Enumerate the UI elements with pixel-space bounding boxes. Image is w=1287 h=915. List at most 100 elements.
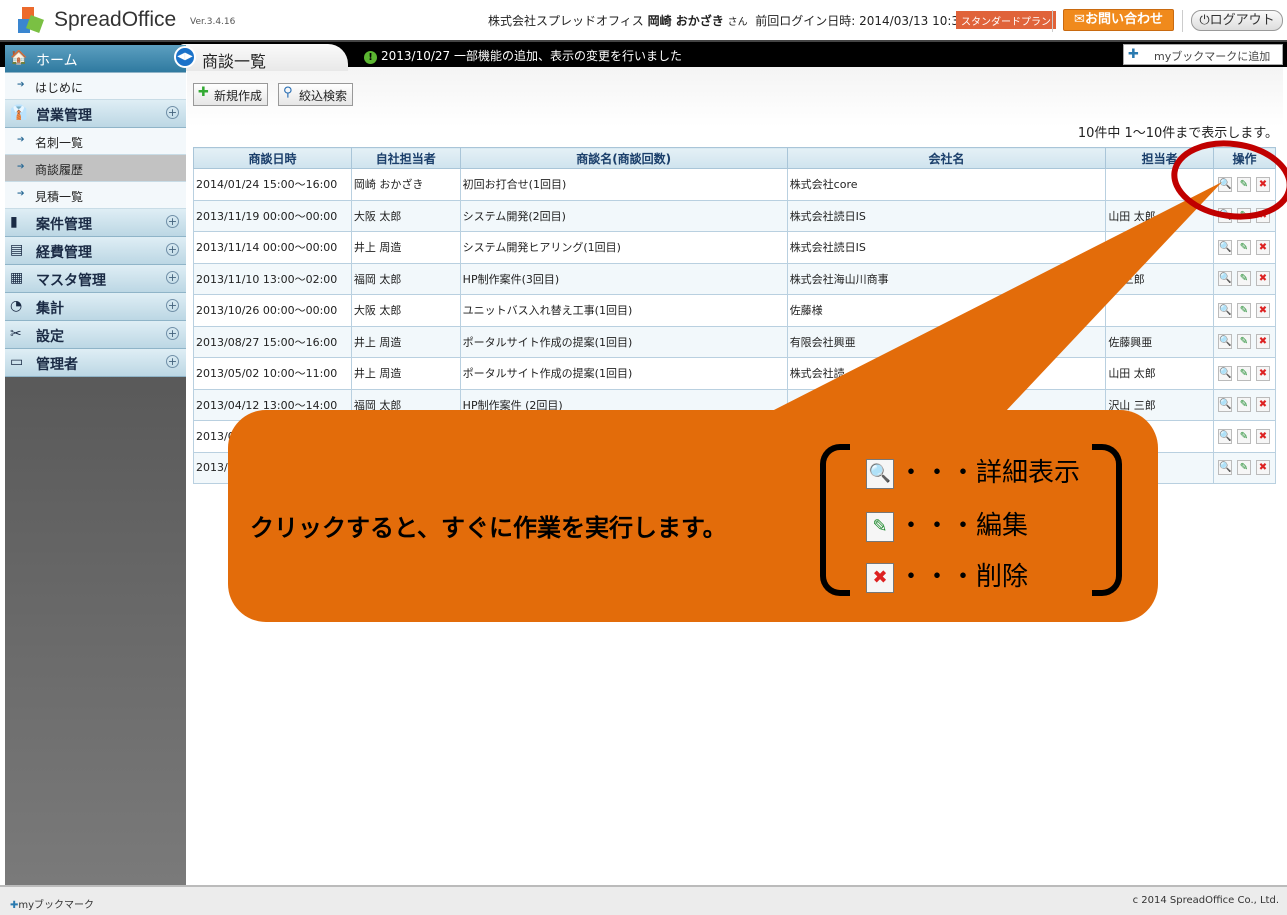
view-detail-icon[interactable]: 🔍 <box>1217 428 1232 444</box>
delete-icon[interactable]: ✖ <box>1255 271 1270 287</box>
edit-icon[interactable]: ✎ <box>1236 428 1251 444</box>
table-cell: 初回お打合せ(1回目) <box>459 168 788 201</box>
delete-icon[interactable]: ✖ <box>1255 428 1270 444</box>
edit-icon[interactable]: ✎ <box>1236 460 1251 476</box>
table-cell: 井上 周造 <box>350 325 461 358</box>
operations-cell: 🔍 ✎ ✖ <box>1212 357 1277 390</box>
tab-meeting-list[interactable]: 商談一覧 <box>178 44 348 71</box>
view-detail-icon[interactable]: 🔍 <box>1217 176 1232 192</box>
expand-icon[interactable]: + <box>166 243 179 256</box>
contact-button[interactable]: ✉お問い合わせ <box>1063 9 1174 31</box>
operations-cell: 🔍 ✎ ✖ <box>1212 388 1277 421</box>
info-icon: ! <box>364 51 377 64</box>
delete-icon[interactable]: ✖ <box>1255 176 1270 192</box>
sidebar-group-5[interactable]: ▮ 案件管理 + <box>5 209 186 237</box>
right-bracket <box>1092 444 1122 596</box>
table-cell: 佐藤様 <box>786 294 1107 327</box>
operations-cell: 🔍 ✎ ✖ <box>1212 420 1277 453</box>
toggle-sidebar-icon[interactable]: ◀▶ <box>174 46 196 68</box>
operations-cell: 🔍 ✎ ✖ <box>1212 451 1277 484</box>
power-icon: ⏻ <box>1199 13 1210 28</box>
sidebar-item-home[interactable]: 🏠 ホーム <box>5 45 186 73</box>
table-cell: 株式会社海山川商事 <box>786 262 1107 295</box>
edit-icon[interactable]: ✎ <box>1236 365 1251 381</box>
edit-icon[interactable]: ✎ <box>1236 302 1251 318</box>
edit-icon[interactable]: ✎ <box>1236 208 1251 224</box>
view-detail-icon[interactable]: 🔍 <box>1217 239 1232 255</box>
legend-edit: ✎ ・・・編集 <box>866 505 1028 542</box>
project-icon: ▮ <box>10 214 18 230</box>
view-detail-icon[interactable]: 🔍 <box>1217 302 1232 318</box>
table-cell <box>1105 168 1214 201</box>
delete-icon[interactable]: ✖ <box>1255 239 1270 255</box>
expand-icon[interactable]: + <box>166 355 179 368</box>
edit-icon[interactable]: ✎ <box>1236 334 1251 350</box>
sidebar-item-label: 商談履歴 <box>35 163 84 177</box>
expand-icon[interactable]: + <box>166 106 179 119</box>
callout-text: クリックすると、すぐに作業を実行します。 <box>250 514 727 542</box>
table-cell: ポータルサイト作成の提案(1回目) <box>459 357 788 390</box>
edit-icon[interactable]: ✎ <box>1236 176 1251 192</box>
delete-icon[interactable]: ✖ <box>1255 397 1270 413</box>
sidebar-group-8[interactable]: ◔ 集計 + <box>5 293 186 321</box>
edit-icon[interactable]: ✎ <box>1236 271 1251 287</box>
column-header: 商談名(商談回数) <box>459 147 788 169</box>
sidebar-group-10[interactable]: ▭ 管理者 + <box>5 349 186 377</box>
sales-icon: 👔 <box>10 105 28 121</box>
operations-cell: 🔍 ✎ ✖ <box>1212 325 1277 358</box>
add-bookmark-button[interactable]: ✚ myブックマークに追加 <box>1123 44 1283 65</box>
delete-icon[interactable]: ✖ <box>1255 208 1270 224</box>
table-cell: 2013/11/19 00:00～00:00 <box>193 199 352 232</box>
table-row: 2014/01/24 15:00～16:00 岡崎 おかざき 初回お打合せ(1回目)… <box>193 168 1277 201</box>
plan-badge: スタンダードプラン <box>956 11 1056 29</box>
edit-icon[interactable]: ✎ <box>1236 239 1251 255</box>
delete-icon[interactable]: ✖ <box>1255 302 1270 318</box>
sidebar-group-9[interactable]: ✂ 設定 + <box>5 321 186 349</box>
sidebar-item-0[interactable]: はじめに <box>5 73 186 100</box>
sidebar-item-2[interactable]: 名刺一覧 <box>5 128 186 155</box>
table-cell: 株式会社読 <box>786 357 1107 390</box>
delete-icon[interactable]: ✖ <box>1255 334 1270 350</box>
my-bookmark-link[interactable]: ✚myブックマーク <box>10 896 94 911</box>
view-detail-icon[interactable]: 🔍 <box>1217 334 1232 350</box>
view-detail-icon[interactable]: 🔍 <box>1217 460 1232 476</box>
sidebar-item-4[interactable]: 見積一覧 <box>5 182 186 209</box>
legend-view: 🔍 ・・・詳細表示 <box>866 452 1080 489</box>
expense-icon: ▤ <box>10 242 24 258</box>
view-detail-icon[interactable]: 🔍 <box>1217 208 1232 224</box>
expand-icon[interactable]: + <box>166 271 179 284</box>
operations-cell: 🔍 ✎ ✖ <box>1212 294 1277 327</box>
view-detail-icon[interactable]: 🔍 <box>1217 397 1232 413</box>
expand-icon[interactable]: + <box>166 299 179 312</box>
sidebar-item-label: マスタ管理 <box>36 273 106 289</box>
table-cell: 2013/05/02 10:00～11:00 <box>193 357 352 390</box>
view-detail-icon[interactable]: 🔍 <box>1217 271 1232 287</box>
expand-icon[interactable]: + <box>166 215 179 228</box>
delete-icon[interactable]: ✖ <box>1255 365 1270 381</box>
sidebar-group-7[interactable]: ▦ マスタ管理 + <box>5 265 186 293</box>
logout-button[interactable]: ⏻ログアウト <box>1191 10 1283 31</box>
table-row: 2013/10/26 00:00～00:00 大阪 太郎 ユニットバス入れ替え工事(… <box>193 294 1277 327</box>
mail-icon: ✉ <box>1074 12 1085 27</box>
new-button[interactable]: ✚ 新規作成 <box>193 83 269 106</box>
legend-delete: ✖ ・・・削除 <box>866 556 1028 593</box>
delete-icon: ✖ <box>866 562 894 593</box>
sidebar-group-6[interactable]: ▤ 経費管理 + <box>5 237 186 265</box>
sidebar: 🏠ホーム はじめに👔営業管理+名刺一覧商談履歴見積一覧▮案件管理+▤経費管理+▦… <box>5 45 186 885</box>
table-cell: 株式会社読日IS <box>786 199 1107 232</box>
delete-icon[interactable]: ✖ <box>1255 460 1270 476</box>
table-row: 2013/11/14 00:00～00:00 井上 周造 システム開発ヒアリング(1… <box>193 231 1277 264</box>
filter-search-button[interactable]: ⚲ 絞込検索 <box>278 83 354 106</box>
sidebar-item-label: 経費管理 <box>36 245 92 261</box>
expand-icon[interactable]: + <box>166 327 179 340</box>
operations-cell: 🔍 ✎ ✖ <box>1212 231 1277 264</box>
sidebar-item-3[interactable]: 商談履歴 <box>5 155 186 182</box>
edit-icon[interactable]: ✎ <box>1236 397 1251 413</box>
table-cell: 郎 <box>1105 231 1214 264</box>
notice[interactable]: ! 2013/10/27 一部機能の追加、表示の変更を行いました <box>364 47 682 64</box>
column-header: 担当者 <box>1105 147 1214 169</box>
sidebar-group-1[interactable]: 👔 営業管理 + <box>5 100 186 128</box>
spreadoffice-logo <box>18 7 44 33</box>
view-detail-icon[interactable]: 🔍 <box>1217 365 1232 381</box>
result-count: 10件中 1～10件まで表示します。 <box>1077 126 1278 141</box>
